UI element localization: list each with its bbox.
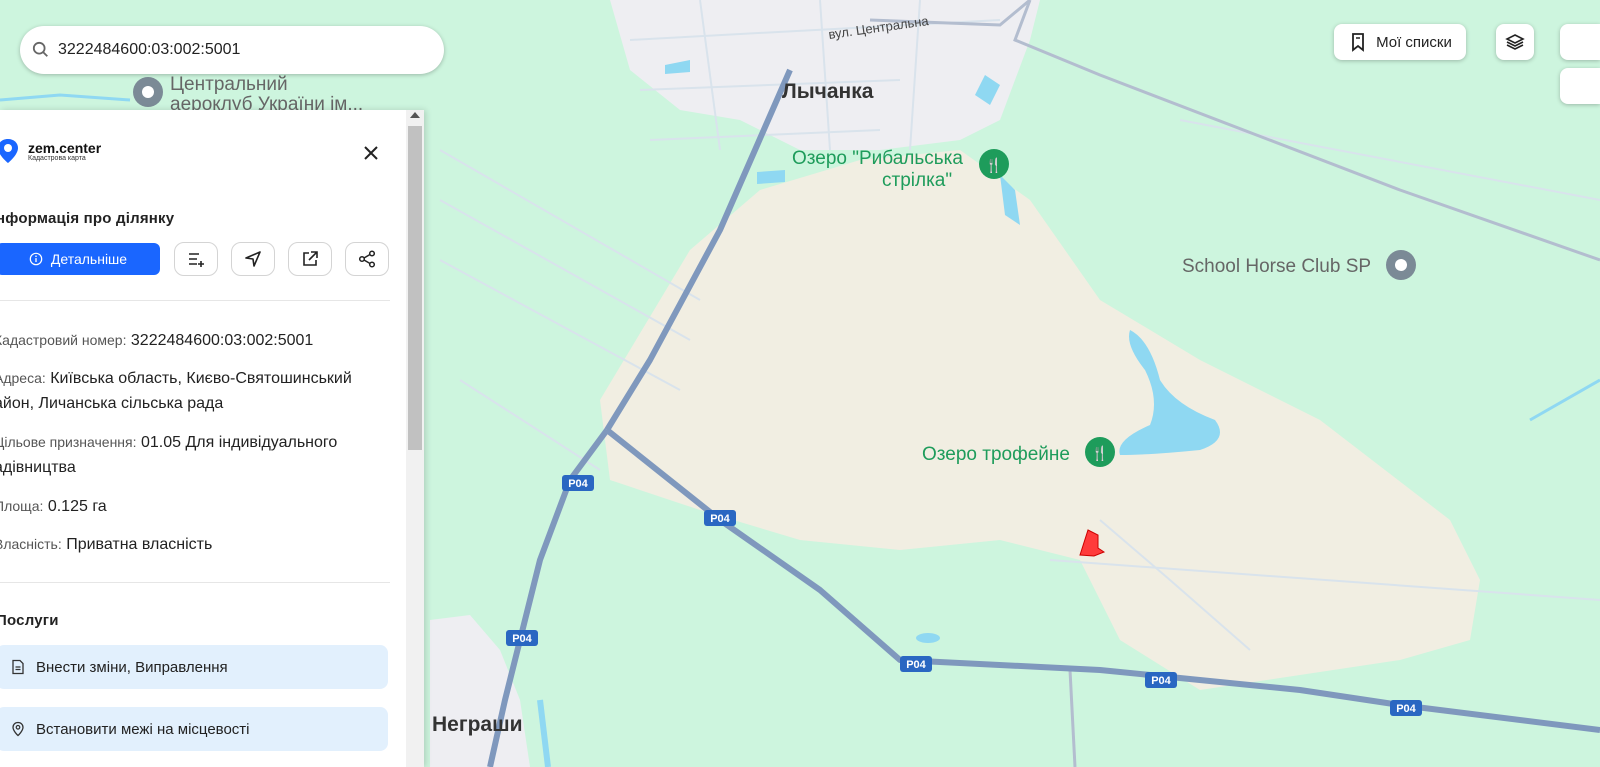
area-row: Площа: 0.125 га <box>0 494 390 519</box>
layers-icon <box>1505 34 1525 50</box>
brand-subtitle: Кадастрова карта <box>28 154 86 162</box>
search-bar[interactable] <box>20 26 444 74</box>
parcel-info-panel: zem.center Кадастрова карта нформація пр… <box>0 110 424 767</box>
service-set-boundaries[interactable]: Встановити межі на місцевості <box>0 707 388 751</box>
area-label: Площа: <box>0 498 44 514</box>
poi-label-horse-club: School Horse Club SP <box>1182 256 1372 277</box>
purpose-row: Цільове призначення: 01.05 Для індивідуа… <box>0 430 390 480</box>
info-icon <box>29 252 43 266</box>
edge-button-2[interactable] <box>1560 68 1600 104</box>
poi-pin-lake-trofeine[interactable]: 🍴 <box>1085 437 1115 467</box>
ownership-label: Власність: <box>0 536 62 552</box>
divider <box>0 582 390 583</box>
parcel-info-title: нформація про ділянку <box>0 210 175 227</box>
poi-label-aeroclub-1: Центральний <box>170 74 288 95</box>
poi-pin-horse-club[interactable] <box>1386 250 1416 280</box>
cadastral-label: Кадастровий номер: <box>0 332 127 348</box>
service-label: Внести зміни, Виправлення <box>36 658 228 676</box>
pond-5 <box>916 633 940 643</box>
panel-scrollbar[interactable] <box>406 110 424 767</box>
service-edit-corrections[interactable]: Внести зміни, Виправлення <box>0 645 388 689</box>
poi-label-lake-rybalska-2: стрілка" <box>882 170 953 191</box>
my-lists-label: Мої списки <box>1376 33 1452 51</box>
open-external-button[interactable] <box>288 242 332 276</box>
purpose-value-1: 01.05 Для індивідуального <box>140 434 338 451</box>
town-label-nehrashi: Неграши <box>432 713 523 736</box>
road-shield-label: Р04 <box>1396 703 1416 715</box>
brand-name: zem.center <box>28 139 102 156</box>
cadastral-number-row: Кадастровий номер: 3222484600:03:002:500… <box>0 328 390 353</box>
purpose-value-2: адівництва <box>0 459 76 476</box>
address-label: Адреса: <box>0 370 46 386</box>
edge-button-1[interactable] <box>1560 24 1600 60</box>
poi-pin-aeroclub[interactable] <box>133 77 163 107</box>
external-link-icon <box>303 251 318 266</box>
cadastral-value: 3222484600:03:002:5001 <box>130 332 314 349</box>
poi-label-lake-rybalska-1: Озеро "Рибальська <box>792 148 963 169</box>
ownership-row: Власність: Приватна власність <box>0 532 390 557</box>
document-icon <box>12 659 24 675</box>
address-row: Адреса: Київська область, Києво-Святошин… <box>0 366 390 416</box>
add-to-list-button[interactable] <box>174 242 218 276</box>
bookmark-icon <box>1352 33 1364 52</box>
poi-pin-lake-rybalska[interactable]: 🍴 <box>979 149 1009 179</box>
ownership-value: Приватна власність <box>66 536 213 553</box>
service-label: Встановити межі на місцевості <box>36 720 250 738</box>
address-value-1: Київська область, Києво-Святошинський <box>50 370 352 387</box>
road-shield-label: Р04 <box>710 513 730 525</box>
scrollbar-thumb[interactable] <box>408 126 422 450</box>
services-title: Послуги <box>0 612 59 629</box>
share-button[interactable] <box>345 242 389 276</box>
details-button[interactable]: Детальніше <box>0 243 160 275</box>
search-icon <box>32 41 48 57</box>
road-shield-label: Р04 <box>568 478 588 490</box>
search-input[interactable] <box>56 40 420 60</box>
pond-4 <box>757 170 785 184</box>
road-shield-label: Р04 <box>512 633 532 645</box>
area-value: 0.125 га <box>47 498 107 515</box>
brand-logo: zem.center Кадастрова карта <box>0 138 101 164</box>
my-lists-button[interactable]: Мої списки <box>1334 24 1466 60</box>
map-pin-logo-icon <box>0 139 18 163</box>
layers-button[interactable] <box>1496 24 1534 60</box>
poi-label-lake-trofeine: Озеро трофейне <box>922 444 1070 465</box>
close-icon[interactable] <box>360 142 382 164</box>
share-icon <box>358 250 376 268</box>
divider <box>0 300 390 301</box>
road-shield-label: Р04 <box>1151 675 1171 687</box>
address-value-2: айон, Личанська сільська рада <box>0 395 224 412</box>
purpose-label: Цільове призначення: <box>0 434 137 450</box>
navigate-button[interactable] <box>231 242 275 276</box>
svg-text:🍴: 🍴 <box>1091 445 1108 462</box>
list-add-icon <box>189 253 204 267</box>
scroll-up-arrow[interactable] <box>410 112 420 118</box>
road-shield-label: Р04 <box>906 659 926 671</box>
details-label: Детальніше <box>50 251 128 267</box>
svg-text:🍴: 🍴 <box>985 157 1002 174</box>
location-pin-icon <box>12 721 24 737</box>
navigate-icon <box>245 251 261 267</box>
town-label-lychanka: Лычанка <box>782 80 874 103</box>
